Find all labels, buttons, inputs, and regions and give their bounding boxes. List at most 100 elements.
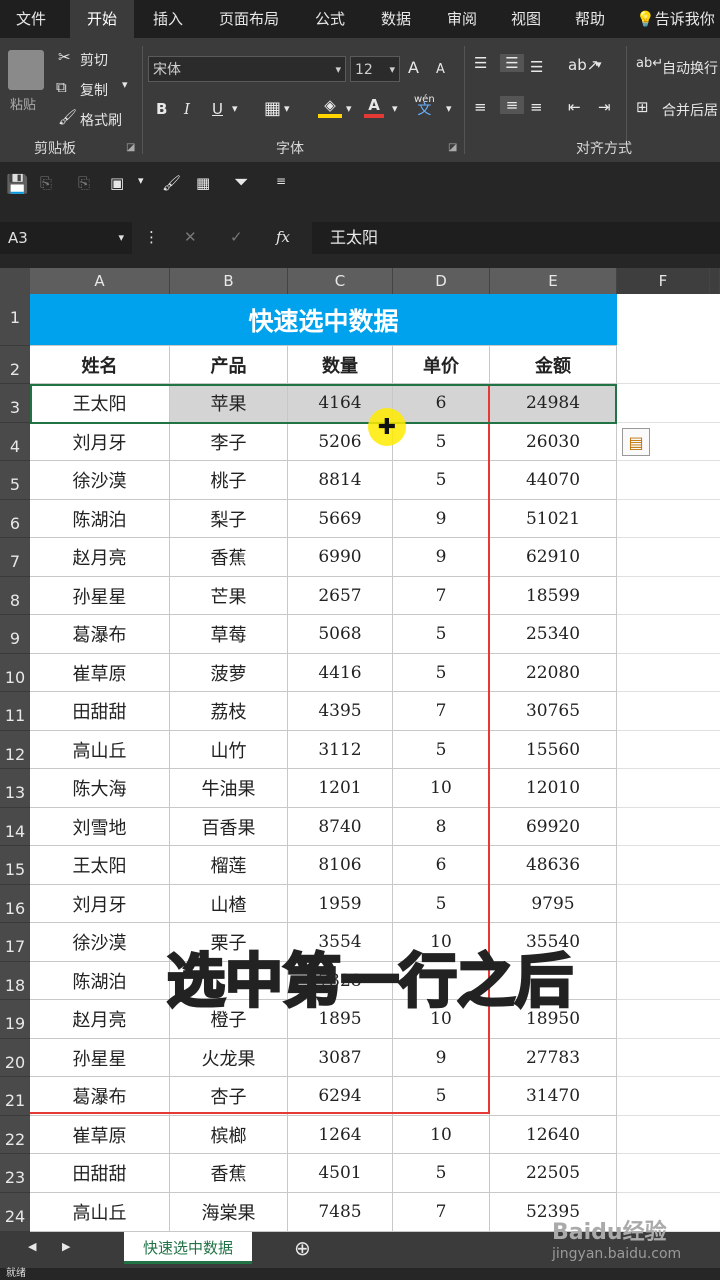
tab-help[interactable]: 帮助 [560,0,620,38]
table-cell[interactable]: 香蕉 [170,538,288,577]
row-header[interactable]: 10 [0,654,30,692]
table-cell[interactable]: 8814 [288,461,393,500]
column-header-a[interactable]: A [30,268,170,294]
font-name-combo[interactable]: 宋体 ▾ [148,56,346,82]
table-cell[interactable]: 5 [393,654,490,692]
table-cell[interactable]: 草莓 [170,615,288,654]
column-header-f[interactable]: F [617,268,710,294]
table-cell[interactable]: 6294 [288,1077,393,1116]
table-cell[interactable]: 5068 [288,615,393,654]
table-cell[interactable]: 5 [393,423,490,461]
table-cell[interactable]: 6990 [288,538,393,577]
chevron-down-icon[interactable]: ▾ [596,58,602,71]
column-header-c[interactable]: C [288,268,393,294]
table-cell[interactable]: 5 [393,615,490,654]
row-header[interactable]: 7 [0,538,30,577]
customize-toolbar-icon[interactable]: ≡ [276,174,286,188]
insert-function-button[interactable]: fx [276,228,290,246]
cut-button[interactable]: 剪切 [80,50,108,70]
add-sheet-icon[interactable]: ⊕ [294,1236,311,1260]
table-cell[interactable]: 崔草原 [30,654,170,692]
orientation-icon[interactable]: ab↗ [568,56,599,74]
table-cell[interactable]: 高山丘 [30,1193,170,1232]
more-options-icon[interactable]: ⋮ [144,228,159,246]
table-cell[interactable]: 香蕉 [170,1154,288,1193]
tab-insert[interactable]: 插入 [138,0,198,38]
table-cell[interactable]: 12640 [490,1116,617,1154]
table-cell[interactable]: 葛瀑布 [30,615,170,654]
table-cell[interactable]: 51021 [490,500,617,538]
table-cell[interactable]: 69920 [490,808,617,846]
header-cell[interactable]: 产品 [170,346,288,384]
table-icon[interactable]: ▦ [196,174,210,192]
table-cell[interactable]: 6 [393,384,490,423]
header-cell[interactable]: 金额 [490,346,617,384]
column-header-g[interactable] [710,268,720,294]
tab-data[interactable]: 数据 [366,0,426,38]
row-header[interactable]: 17 [0,923,30,962]
chevron-down-icon[interactable]: ▾ [232,102,238,115]
row-header[interactable]: 16 [0,885,30,923]
sheet-tab-active[interactable]: 快速选中数据 [124,1232,252,1264]
name-box[interactable]: A3 ▾ [0,222,132,254]
row-header[interactable]: 22 [0,1116,30,1154]
table-cell[interactable]: 24984 [490,384,617,423]
table-cell[interactable]: 芒果 [170,577,288,615]
table-cell[interactable]: 榴莲 [170,846,288,885]
row-header[interactable]: 23 [0,1154,30,1193]
table-cell[interactable]: 7 [393,692,490,731]
table-cell[interactable]: 7 [393,1193,490,1232]
font-size-combo[interactable]: 12 ▾ [350,56,400,82]
paste-icon[interactable] [8,50,44,90]
tell-me-search[interactable]: 💡告诉我你 [636,0,720,38]
table-cell[interactable]: 火龙果 [170,1039,288,1077]
scroll-left-icon[interactable]: ◀ [28,1240,36,1253]
table-cell[interactable]: 桃子 [170,461,288,500]
phonetic-guide-icon[interactable]: wén 文 [414,94,435,117]
header-cell[interactable]: 姓名 [30,346,170,384]
table-cell[interactable]: 30765 [490,692,617,731]
column-header-d[interactable]: D [393,268,490,294]
dialog-launcher-icon[interactable]: ◪ [126,142,135,153]
table-cell[interactable]: 田甜甜 [30,1154,170,1193]
table-cell[interactable]: 王太阳 [30,384,170,423]
grow-font-button[interactable]: A [408,58,419,77]
table-cell[interactable]: 海棠果 [170,1193,288,1232]
select-all-corner[interactable] [0,268,30,294]
align-right-icon[interactable]: ≡ [530,98,543,116]
table-cell[interactable]: 1264 [288,1116,393,1154]
filter-icon[interactable]: ⏷ [234,172,248,193]
table-cell[interactable]: 5 [393,1154,490,1193]
row-header[interactable]: 9 [0,615,30,654]
increase-indent-icon[interactable]: ⇥ [598,98,611,116]
table-cell[interactable]: 1959 [288,885,393,923]
shrink-font-button[interactable]: A [436,62,445,77]
enter-icon[interactable]: ✓ [230,228,243,246]
table-cell[interactable]: 18599 [490,577,617,615]
table-cell[interactable]: 5 [393,461,490,500]
table-cell[interactable]: 刘月牙 [30,423,170,461]
table-cell[interactable]: 9 [393,500,490,538]
table-cell[interactable]: 7485 [288,1193,393,1232]
table-cell[interactable]: 牛油果 [170,769,288,808]
table-cell[interactable]: 44070 [490,461,617,500]
merge-center-button[interactable]: 合并后居 [662,100,718,120]
wrap-text-button[interactable]: 自动换行 [662,58,718,78]
table-cell[interactable]: 6 [393,846,490,885]
row-header[interactable]: 1 [0,294,30,346]
redo-icon[interactable]: ⎘ [78,174,90,192]
save-icon[interactable]: 💾 [6,174,28,195]
copy-button[interactable]: 复制 [80,80,108,100]
chevron-down-icon[interactable]: ▾ [284,102,290,115]
align-bottom-icon[interactable]: ☰ [530,58,543,76]
table-cell[interactable]: 31470 [490,1077,617,1116]
undo-icon[interactable]: ⎘ [40,174,52,192]
chevron-down-icon[interactable]: ▾ [346,102,352,115]
row-header[interactable]: 21 [0,1077,30,1116]
borders-icon[interactable]: ▦ [264,98,281,119]
table-cell[interactable]: 田甜甜 [30,692,170,731]
row-header[interactable]: 12 [0,731,30,769]
table-cell[interactable]: 8106 [288,846,393,885]
table-cell[interactable]: 2657 [288,577,393,615]
tab-file[interactable]: 文件 [0,0,62,38]
